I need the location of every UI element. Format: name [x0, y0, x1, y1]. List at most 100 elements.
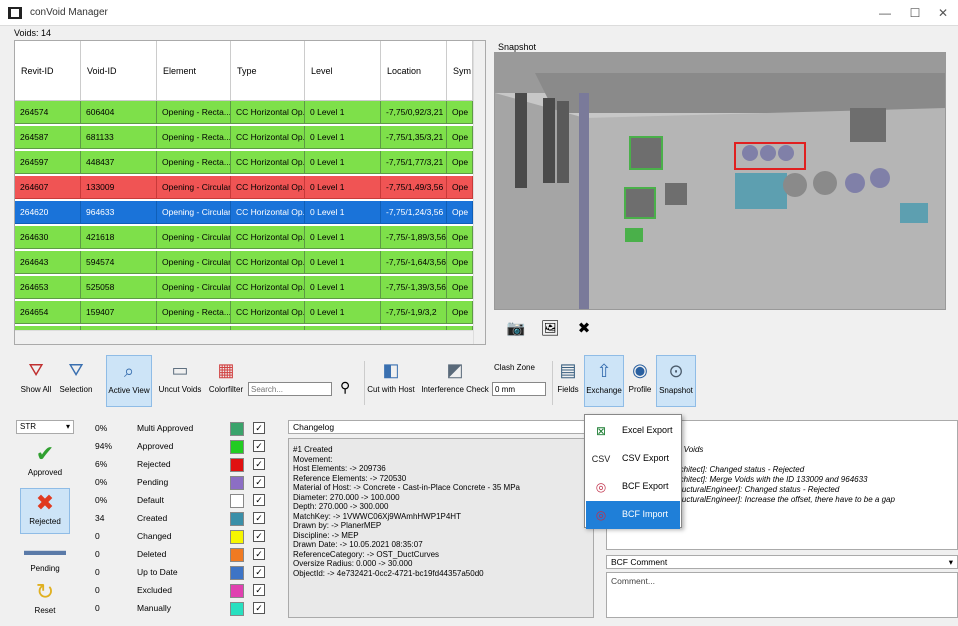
column-header[interactable]: Sym and [447, 41, 473, 101]
status-color-swatch[interactable] [230, 494, 244, 508]
table-row[interactable]: 264653 525058 Opening - Circular CC Horizon… [15, 276, 473, 299]
table-cell: CC Horizontal Op... [231, 101, 305, 124]
status-color-swatch[interactable] [230, 530, 244, 544]
column-header[interactable]: Location [381, 41, 447, 101]
pending-dots-icon: ▬▬▬ [24, 542, 66, 558]
snapshot-view[interactable] [494, 52, 946, 310]
image-icon[interactable]: 🖼 [538, 318, 562, 340]
fields-button[interactable]: ▤ Fields [554, 355, 582, 407]
void-count-label: Voids: 14 [14, 28, 52, 38]
status-visibility-checkbox[interactable]: ✓ [253, 602, 265, 614]
status-color-swatch[interactable] [230, 440, 244, 454]
camera-icon[interactable]: 📷 [504, 318, 528, 340]
comment-line: rchitect]: Merge Voids with the ID 13300… [677, 475, 868, 484]
status-color-swatch[interactable] [230, 476, 244, 490]
cut-with-host-button[interactable]: ◧ Cut with Host [366, 355, 416, 407]
colorfilter-button[interactable]: ▦ Colorfilter [206, 355, 246, 407]
changelog-text: #1 Created Movement: Host Elements: -> 2… [288, 438, 594, 618]
status-color-swatch[interactable] [230, 566, 244, 580]
status-color-swatch[interactable] [230, 512, 244, 526]
show-all-button[interactable]: ⛛ Show All [18, 355, 54, 407]
snapshot-toggle-button[interactable]: ⊙ Snapshot [656, 355, 696, 407]
status-visibility-checkbox[interactable]: ✓ [253, 584, 265, 596]
uncut-voids-icon: ▭ [171, 360, 189, 380]
status-color-swatch[interactable] [230, 548, 244, 562]
table-row[interactable]: 264574 606404 Opening - Recta... CC Horizon… [15, 101, 473, 124]
table-row[interactable]: 264643 594574 Opening - Circular CC Horizon… [15, 251, 473, 274]
table-row[interactable]: 264654 159407 Opening - Recta... CC Horizon… [15, 301, 473, 324]
status-visibility-checkbox[interactable]: ✓ [253, 566, 265, 578]
table-cell: -7,75/1,49/3,56 [381, 176, 447, 199]
status-visibility-checkbox[interactable]: ✓ [253, 548, 265, 560]
table-cell: 264630 [15, 226, 81, 249]
menu-item-bcf-export[interactable]: ◎ BCF Export [586, 473, 680, 501]
table-cell: 264597 [15, 151, 81, 174]
column-header[interactable]: Void-ID [81, 41, 157, 101]
status-value: 0 [95, 603, 100, 613]
table-cell: Opening - Circular [157, 226, 231, 249]
table-cell: CC Horizontal Op... [231, 251, 305, 274]
table-horizontal-scrollbar[interactable] [15, 330, 473, 344]
table-row[interactable]: 264607 133009 Opening - Circular CC Horizon… [15, 176, 473, 199]
table-row[interactable]: 264597 448437 Opening - Recta... CC Horizon… [15, 151, 473, 174]
table-cell: 264654 [15, 301, 81, 324]
column-header[interactable]: Element [157, 41, 231, 101]
table-cell: -7,75/1,24/3,56 [381, 201, 447, 224]
menu-item-csv-export[interactable]: CSV CSV Export [586, 445, 680, 473]
voids-table[interactable]: Revit-ID Void-ID Element Type Level Location S… [14, 40, 486, 345]
profile-button[interactable]: ◉ Profile [624, 355, 656, 407]
approved-button[interactable]: ✔ Approved [20, 440, 70, 486]
status-visibility-checkbox[interactable]: ✓ [253, 494, 265, 506]
table-row[interactable]: 264587 681133 Opening - Recta... CC Horizon… [15, 126, 473, 149]
menu-item-excel-export[interactable]: ⊠ Excel Export [586, 417, 680, 445]
interference-check-button[interactable]: ◩ Interference Check [420, 355, 490, 407]
menu-item-bcf-import[interactable]: ◎ BCF Import [586, 501, 680, 529]
table-cell: 0 Level 1 [305, 126, 381, 149]
table-row[interactable]: 264620 964633 Opening - Circular CC Horizon… [15, 201, 473, 224]
search-icon[interactable]: ⚲ [340, 379, 350, 396]
status-visibility-checkbox[interactable]: ✓ [253, 458, 265, 470]
search-input[interactable] [248, 382, 332, 396]
table-vertical-scrollbar[interactable] [473, 41, 485, 344]
uncut-voids-button[interactable]: ▭ Uncut Voids [156, 355, 204, 407]
status-visibility-checkbox[interactable]: ✓ [253, 530, 265, 542]
column-header[interactable]: Type [231, 41, 305, 101]
status-visibility-checkbox[interactable]: ✓ [253, 422, 265, 434]
active-view-label: Active View [108, 386, 150, 395]
maximize-button[interactable]: ☐ [900, 4, 930, 22]
status-color-swatch[interactable] [230, 458, 244, 472]
close-button[interactable]: ✕ [928, 4, 958, 22]
menu-item-label: Excel Export [622, 425, 673, 435]
clash-zone-input[interactable] [492, 382, 546, 396]
approved-label: Approved [27, 468, 63, 477]
table-cell: Opening - Circular [157, 176, 231, 199]
reset-icon: ↻ [35, 579, 55, 604]
status-color-swatch[interactable] [230, 602, 244, 616]
pending-button[interactable]: ▬▬▬ Pending [20, 536, 70, 582]
bcf-comment-input[interactable]: Comment... [606, 572, 958, 618]
status-visibility-checkbox[interactable]: ✓ [253, 440, 265, 452]
column-header[interactable]: Revit-ID [15, 41, 81, 101]
status-visibility-checkbox[interactable]: ✓ [253, 476, 265, 488]
snapshot-camera-icon: ⊙ [668, 361, 684, 381]
active-view-button[interactable]: ⌕ Active View [106, 355, 152, 407]
column-header[interactable]: Level [305, 41, 381, 101]
table-cell: 594574 [81, 251, 157, 274]
reset-button[interactable]: ↻ Reset [20, 578, 70, 624]
minimize-button[interactable]: — [870, 4, 900, 22]
exchange-icon: ⇧ [596, 361, 612, 381]
status-visibility-checkbox[interactable]: ✓ [253, 512, 265, 524]
status-color-swatch[interactable] [230, 584, 244, 598]
delete-image-icon[interactable]: ✖ [572, 318, 596, 340]
status-row: 34 Created ✓ [95, 510, 285, 528]
table-cell: 0 Level 1 [305, 101, 381, 124]
table-row[interactable]: 264630 421618 Opening - Circular CC Horizon… [15, 226, 473, 249]
table-cell: CC Horizontal Op... [231, 126, 305, 149]
selection-button[interactable]: ⛛ Selection [56, 355, 96, 407]
discipline-select[interactable]: STR ▾ [16, 420, 74, 434]
rejected-button[interactable]: ✖ Rejected [20, 488, 70, 534]
status-color-swatch[interactable] [230, 422, 244, 436]
status-row: 0% Pending ✓ [95, 474, 285, 492]
rejected-label: Rejected [29, 517, 61, 526]
exchange-button[interactable]: ⇧ Exchange [584, 355, 624, 407]
